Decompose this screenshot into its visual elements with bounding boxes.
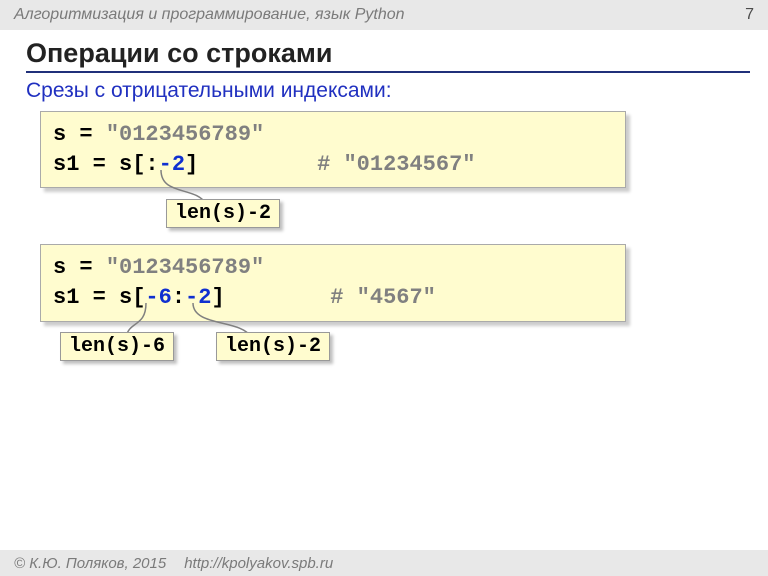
code-comment: # "4567" [330,285,436,310]
code-line: s = "0123456789" [53,120,613,150]
code-text: s1 = s[ [53,285,145,310]
annotation-box: len(s)-2 [166,199,280,228]
code-block-2: s = "0123456789" s1 = s[-6:-2] # "4567" [40,244,626,321]
top-banner: Алгоритмизация и программирование, язык … [0,0,768,30]
code-pad [225,285,331,310]
example-2: s = "0123456789" s1 = s[-6:-2] # "4567" … [26,244,750,321]
code-block-1: s = "0123456789" s1 = s[:-2] # "01234567… [40,111,626,188]
code-pad [198,152,317,177]
code-text: s1 = s[: [53,152,159,177]
code-line: s = "0123456789" [53,253,613,283]
code-line: s1 = s[-6:-2] # "4567" [53,283,613,313]
code-string: "0123456789" [106,122,264,147]
page-title: Операции со строками [26,38,750,73]
slide-content: Операции со строками Срезы с отрицательн… [0,30,768,322]
code-text: ] [185,152,198,177]
code-text: ] [211,285,224,310]
code-text: : [172,285,185,310]
example-1: s = "0123456789" s1 = s[:-2] # "01234567… [26,111,750,188]
annotation-text: len(s)-2 [175,202,271,225]
copyright: © К.Ю. Поляков, 2015 [14,555,166,572]
code-num: -6 [145,285,171,310]
code-num: -2 [159,152,185,177]
code-comment: # "01234567" [317,152,475,177]
code-line: s1 = s[:-2] # "01234567" [53,150,613,180]
code-text: s = [53,255,106,280]
code-string: "0123456789" [106,255,264,280]
footer: © К.Ю. Поляков, 2015 http://kpolyakov.sp… [0,550,768,576]
code-num: -2 [185,285,211,310]
annotation-text: len(s)-2 [225,335,321,358]
course-label: Алгоритмизация и программирование, язык … [14,6,405,24]
code-text: s = [53,122,106,147]
page-number: 7 [745,6,754,24]
subtitle: Срезы с отрицательными индексами: [26,79,750,103]
footer-url: http://kpolyakov.spb.ru [184,555,333,572]
annotation-box: len(s)-6 [60,332,174,361]
annotation-text: len(s)-6 [69,335,165,358]
annotation-box: len(s)-2 [216,332,330,361]
